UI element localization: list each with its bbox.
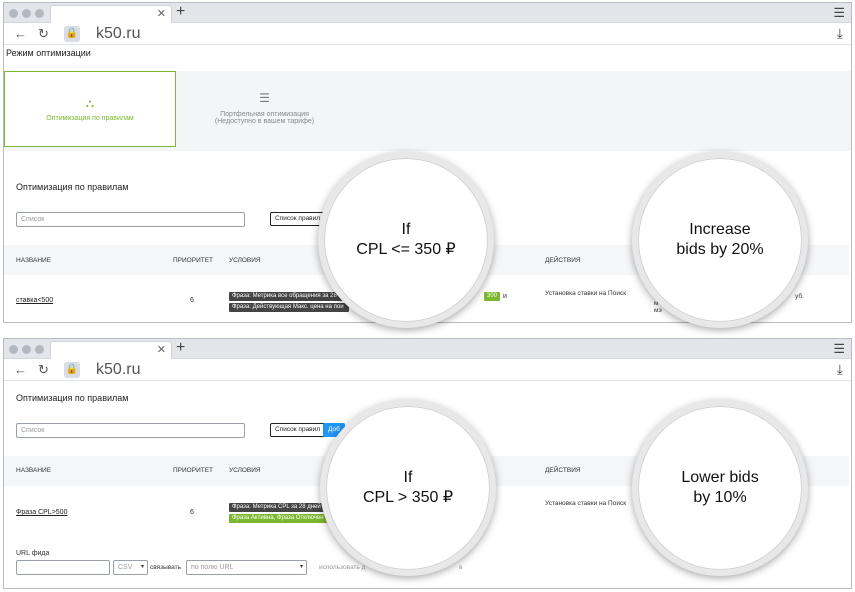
feed-url-input[interactable]: [16, 560, 110, 575]
callout-condition-bottom: If CPL > 350 ₽: [320, 400, 496, 576]
address-bar: ← ↻ 🔒 k50.ru ⤓: [4, 359, 851, 381]
reload-icon[interactable]: ↻: [38, 362, 49, 378]
rule-name-link[interactable]: Фраза CPL>500: [16, 509, 67, 516]
new-tab-icon[interactable]: +: [176, 339, 185, 357]
callout-action-top: Increase bids by 20%: [632, 152, 808, 328]
callout-text: If: [403, 469, 413, 486]
value-badge: 300: [484, 292, 501, 301]
callout-text: bids by 20%: [676, 241, 764, 258]
use-label: использовать д: [319, 564, 366, 571]
new-tab-icon[interactable]: +: [176, 3, 185, 21]
section-title: Оптимизация по правилам: [16, 182, 129, 192]
rule-action: Установка ставки на Поиск: [545, 290, 627, 297]
callout-text: CPL > 350 ₽: [362, 489, 454, 506]
callout-text: Lower bids: [681, 469, 759, 486]
callout-text: CPL <= 350 ₽: [356, 241, 456, 258]
callout-condition-top: If CPL <= 350 ₽: [318, 152, 494, 328]
col-priority: ПРИОРИТЕТ: [173, 467, 214, 474]
window-controls[interactable]: [9, 9, 44, 18]
sliders-icon: ☰: [259, 91, 270, 105]
rule-priority: 6: [190, 509, 194, 516]
link-label: связывать: [150, 564, 182, 571]
col-actions: ДЕЙСТВИЯ: [545, 467, 581, 474]
callout-text: Increase: [689, 221, 751, 238]
search-input[interactable]: Список: [16, 423, 245, 438]
callout-action-bottom: Lower bids by 10%: [632, 400, 808, 576]
col-conditions: УСЛОВИЯ: [229, 257, 261, 264]
download-icon[interactable]: ⤓: [837, 25, 843, 42]
rule-name-link[interactable]: ставка<500: [16, 297, 53, 304]
rules-mode-card[interactable]: ⛬ Оптимизация по правилам: [4, 71, 176, 147]
browser-tab[interactable]: ✕: [50, 5, 172, 23]
menu-icon[interactable]: ☰: [833, 5, 845, 21]
url-field-select[interactable]: по полю URL ▾: [186, 560, 307, 575]
callout-text: If: [401, 221, 411, 238]
back-icon[interactable]: ←: [14, 362, 27, 377]
and-label: и: [503, 293, 507, 300]
col-conditions: УСЛОВИЯ: [229, 467, 261, 474]
condition-tag: Фраза: Действующая Макс. цена на пои: [229, 303, 349, 312]
chevron-down-icon: ▾: [140, 564, 144, 570]
hierarchy-icon: ⛬: [85, 96, 95, 110]
search-input[interactable]: Список: [16, 212, 245, 227]
use-label-tail: в: [459, 564, 463, 571]
portfolio-mode-card[interactable]: ☰ Портфельная оптимизация (Недоступно в …: [179, 71, 350, 147]
browser-tab[interactable]: ✕: [50, 341, 172, 359]
close-tab-icon[interactable]: ✕: [157, 7, 166, 20]
callout-text: by 10%: [693, 489, 747, 506]
mode-title: Режим оптимизации: [6, 48, 91, 58]
text-fragment: мэ: [654, 307, 662, 314]
feed-url-label: URL фида: [16, 550, 50, 557]
lock-icon: 🔒: [64, 26, 80, 42]
url-text[interactable]: k50.ru: [96, 25, 140, 43]
window-controls[interactable]: [9, 345, 44, 354]
col-name: НАЗВАНИЕ: [16, 257, 52, 264]
menu-icon[interactable]: ☰: [833, 341, 845, 357]
rule-priority: 6: [190, 297, 194, 304]
close-tab-icon[interactable]: ✕: [157, 343, 166, 356]
rule-action: Установка ставки на Поиск: [545, 500, 627, 507]
rules-list-button[interactable]: Список правил: [270, 212, 326, 226]
url-text[interactable]: k50.ru: [96, 361, 140, 379]
section-title: Оптимизация по правилам: [16, 393, 129, 403]
col-actions: ДЕЙСТВИЯ: [545, 257, 581, 264]
col-priority: ПРИОРИТЕТ: [173, 257, 214, 264]
chevron-down-icon: ▾: [299, 564, 303, 570]
download-icon[interactable]: ⤓: [837, 361, 843, 378]
back-icon[interactable]: ←: [14, 26, 27, 41]
format-select[interactable]: CSV ▾: [113, 560, 148, 575]
tab-bar: ✕ + ☰: [4, 339, 851, 359]
rules-list-button[interactable]: Список правил: [270, 423, 326, 437]
tab-bar: ✕ + ☰: [4, 3, 851, 23]
col-name: НАЗВАНИЕ: [16, 467, 52, 474]
condition-tag: Фраза: Метрика все обращения за 28: [229, 292, 349, 301]
portfolio-mode-note: (Недоступно в вашем тарифе): [214, 118, 315, 125]
text-fragment: уб.: [795, 293, 804, 300]
portfolio-mode-label: Портфельная оптимизация: [220, 111, 309, 118]
condition-tag: Фраза Активна, Фраза Отключен: [229, 514, 339, 523]
address-bar: ← ↻ 🔒 k50.ru ⤓: [4, 23, 851, 45]
rules-mode-label: Оптимизация по правилам: [46, 115, 134, 122]
lock-icon: 🔒: [64, 362, 80, 378]
reload-icon[interactable]: ↻: [38, 26, 49, 42]
